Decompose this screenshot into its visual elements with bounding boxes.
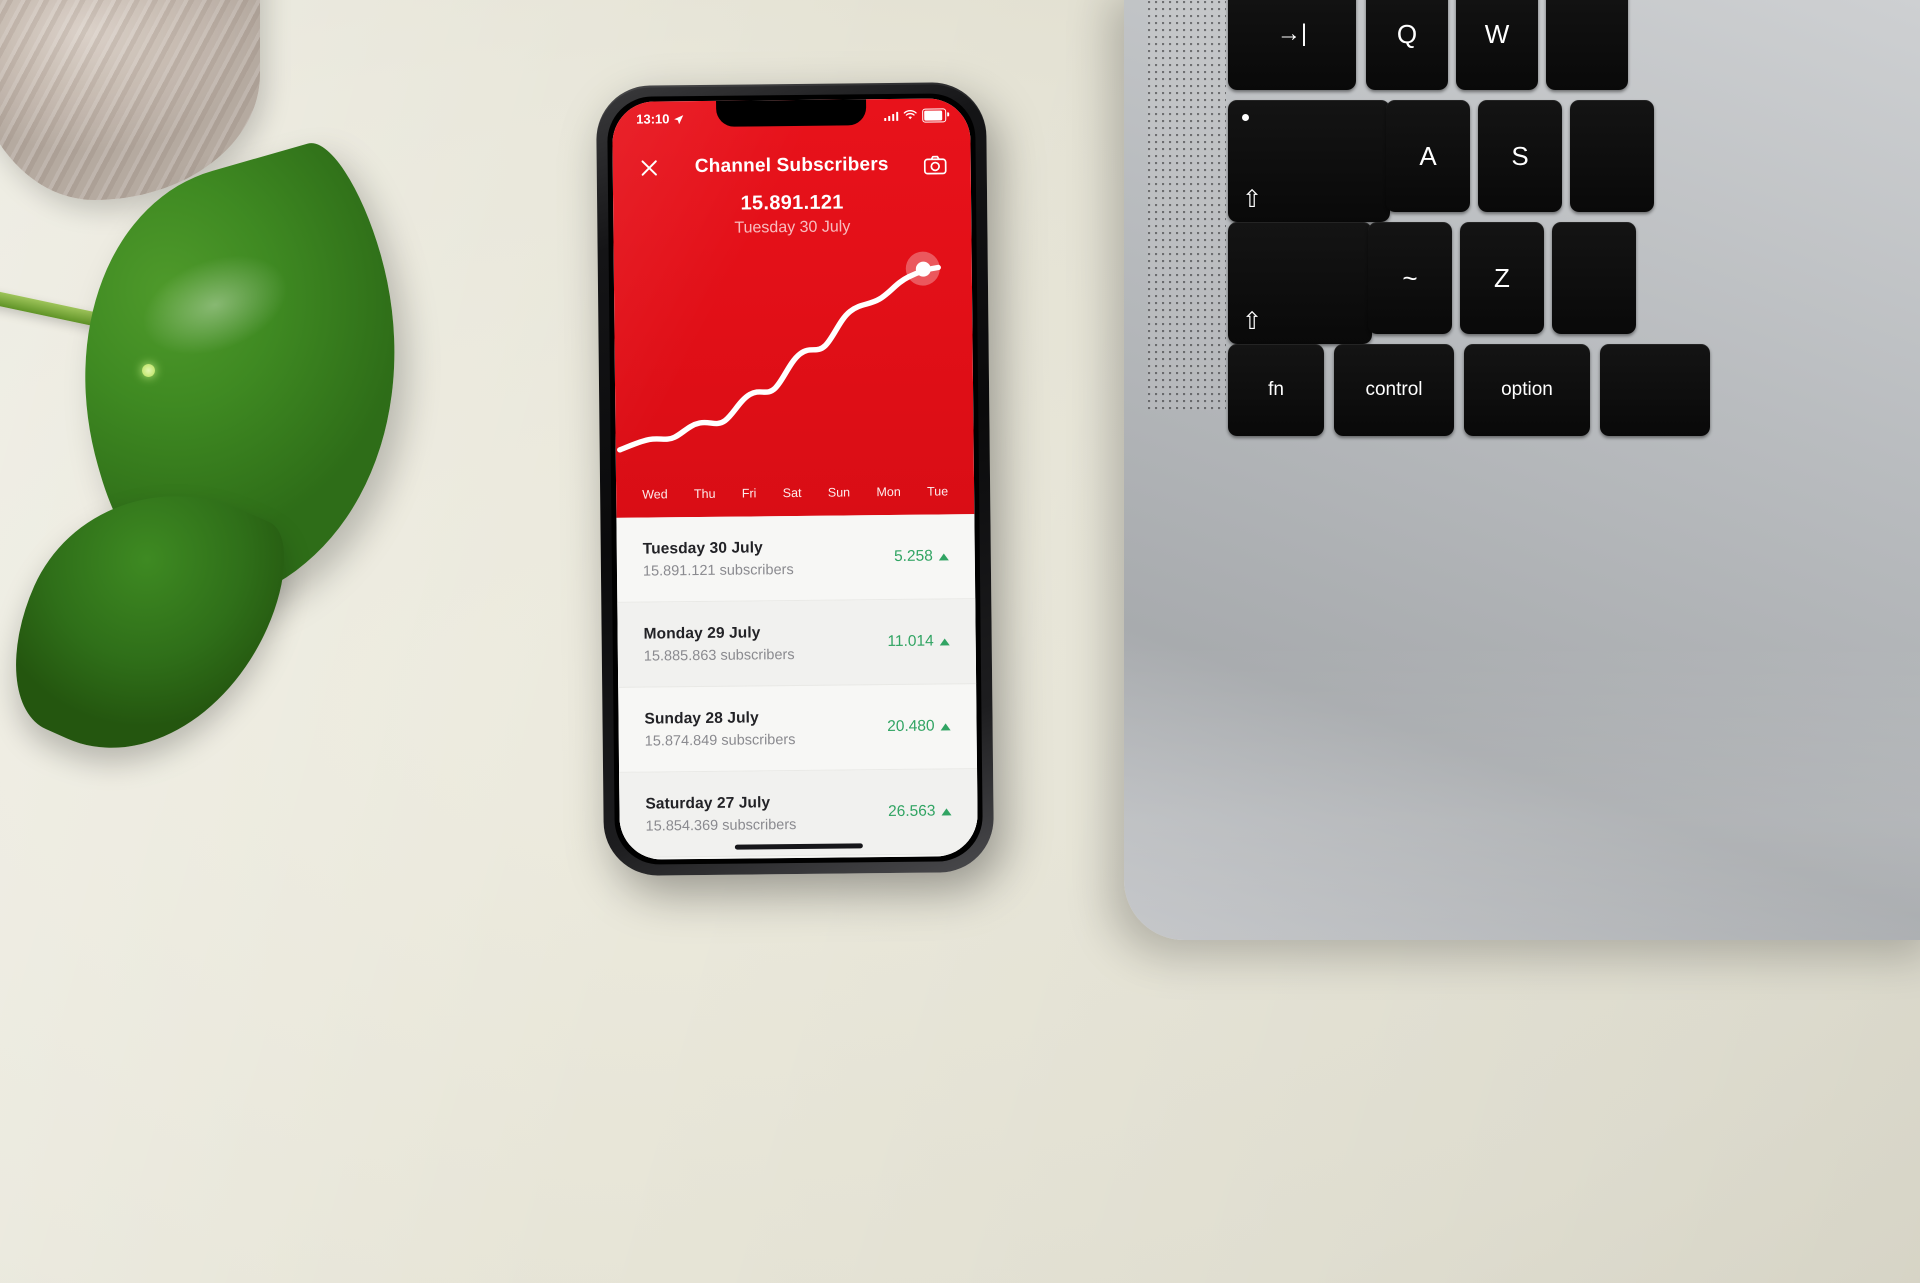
tilde-key-label: ~ bbox=[1402, 262, 1418, 293]
q-key[interactable]: Q bbox=[1366, 0, 1448, 90]
s-key-label: S bbox=[1511, 140, 1529, 171]
arrow-up-icon bbox=[941, 807, 952, 815]
row-date: Sunday 28 July bbox=[644, 708, 759, 728]
subscribers-line-chart[interactable] bbox=[614, 248, 974, 482]
control-key-label: control bbox=[1365, 379, 1423, 400]
location-arrow-icon bbox=[673, 113, 684, 124]
cellular-signal-icon bbox=[883, 111, 899, 122]
z-key[interactable]: Z bbox=[1460, 222, 1544, 334]
camera-button[interactable] bbox=[921, 150, 949, 178]
row-delta-value: 26.563 bbox=[887, 802, 936, 821]
row-date: Monday 29 July bbox=[643, 623, 761, 643]
row-delta-value: 5.258 bbox=[893, 547, 933, 565]
subscribers-list: Tuesday 30 July 15.891.121 subscribers 5… bbox=[616, 514, 978, 860]
row-labels: Saturday 27 July 15.854.369 subscribers bbox=[645, 793, 797, 835]
axis-tick-tue: Tue bbox=[926, 484, 949, 499]
laptop-palmrest bbox=[1124, 640, 1920, 940]
control-key[interactable]: control bbox=[1334, 344, 1454, 436]
shift-key[interactable]: ⇧ bbox=[1228, 222, 1372, 344]
table-row[interactable]: Tuesday 30 July 15.891.121 subscribers 5… bbox=[616, 514, 976, 603]
caps-lock-key-label: ⇧ bbox=[1242, 186, 1263, 213]
row-delta-value: 11.014 bbox=[887, 632, 934, 651]
axis-tick-sat: Sat bbox=[782, 485, 802, 501]
x-key[interactable] bbox=[1552, 222, 1636, 334]
row-subscribers: 15.891.121 subscribers bbox=[642, 561, 794, 580]
row-subscribers: 15.885.863 subscribers bbox=[643, 646, 795, 665]
laptop-keyboard: →| Q W ⇧ A S ⇧ ~ Z fn control option bbox=[1228, 0, 1920, 436]
close-button[interactable] bbox=[635, 153, 663, 181]
chart-line bbox=[617, 264, 941, 453]
row-delta: 11.014 bbox=[887, 632, 950, 651]
laptop: →| Q W ⇧ A S ⇧ ~ Z fn control option bbox=[1124, 0, 1920, 940]
a-key[interactable]: A bbox=[1386, 100, 1470, 212]
w-key-label: W bbox=[1484, 18, 1510, 49]
caps-lock-key[interactable]: ⇧ bbox=[1228, 100, 1390, 222]
d-key[interactable] bbox=[1570, 100, 1654, 212]
readout-date: Tuesday 30 July bbox=[734, 218, 851, 237]
option-key[interactable]: option bbox=[1464, 344, 1590, 436]
caps-lock-indicator bbox=[1242, 114, 1249, 121]
row-delta-value: 20.480 bbox=[887, 717, 935, 736]
row-delta: 26.563 bbox=[888, 802, 952, 821]
w-key[interactable]: W bbox=[1456, 0, 1538, 90]
row-subscribers: 15.854.369 subscribers bbox=[645, 816, 797, 835]
row-subscribers: 15.874.849 subscribers bbox=[644, 731, 796, 750]
a-key-label: A bbox=[1419, 140, 1437, 171]
q-key-label: Q bbox=[1396, 18, 1418, 49]
status-bar-right bbox=[883, 108, 947, 124]
page-title: Channel Subscribers bbox=[694, 154, 889, 178]
chart-readout: 15.891.121 Tuesday 30 July bbox=[613, 190, 971, 239]
q-key-2[interactable] bbox=[1546, 0, 1628, 90]
row-labels: Monday 29 July 15.885.863 subscribers bbox=[643, 623, 795, 665]
tab-key[interactable]: →| bbox=[1228, 0, 1356, 90]
row-labels: Tuesday 30 July 15.891.121 subscribers bbox=[642, 538, 794, 580]
status-bar-left: 13:10 bbox=[636, 110, 684, 127]
tab-key-label: →| bbox=[1276, 20, 1308, 47]
command-key[interactable] bbox=[1600, 344, 1710, 436]
wifi-icon bbox=[903, 108, 917, 123]
s-key[interactable]: S bbox=[1478, 100, 1562, 212]
arrow-up-icon bbox=[940, 722, 951, 730]
option-key-label: option bbox=[1501, 379, 1553, 400]
readout-value: 15.891.121 bbox=[740, 191, 844, 215]
axis-tick-mon: Mon bbox=[876, 484, 901, 500]
shift-key-label: ⇧ bbox=[1242, 308, 1263, 335]
phone-bezel: 13:10 Channel Subscribers 15.891.121 Tue… bbox=[606, 93, 984, 865]
row-date: Tuesday 30 July bbox=[642, 538, 763, 558]
status-bar: 13:10 bbox=[612, 104, 970, 130]
row-delta: 20.480 bbox=[887, 717, 951, 736]
nav-bar: Channel Subscribers bbox=[613, 144, 971, 188]
axis-tick-sun: Sun bbox=[827, 485, 851, 500]
plant-leaf-specular-dot bbox=[142, 364, 155, 377]
fn-key-label: fn bbox=[1268, 379, 1284, 400]
axis-tick-thu: Thu bbox=[693, 486, 716, 502]
axis-tick-wed: Wed bbox=[642, 487, 668, 502]
row-date: Saturday 27 July bbox=[645, 793, 771, 813]
z-key-label: Z bbox=[1494, 262, 1510, 293]
chart-x-axis: Wed Thu Fri Sat Sun Mon Tue bbox=[616, 484, 974, 508]
laptop-speaker-grille bbox=[1148, 0, 1226, 410]
arrow-up-icon bbox=[938, 552, 949, 560]
chart-scrubber-handle[interactable] bbox=[905, 251, 940, 286]
battery-icon bbox=[922, 108, 947, 123]
axis-tick-fri: Fri bbox=[741, 486, 757, 501]
table-row[interactable]: Sunday 28 July 15.874.849 subscribers 20… bbox=[618, 684, 978, 773]
row-delta: 5.258 bbox=[894, 547, 949, 566]
row-labels: Sunday 28 July 15.874.849 subscribers bbox=[644, 708, 796, 750]
table-row[interactable]: Monday 29 July 15.885.863 subscribers 11… bbox=[617, 599, 977, 688]
tilde-key[interactable]: ~ bbox=[1368, 222, 1452, 334]
status-time: 13:10 bbox=[636, 110, 670, 127]
fn-key[interactable]: fn bbox=[1228, 344, 1324, 436]
phone-device: 13:10 Channel Subscribers 15.891.121 Tue… bbox=[595, 81, 995, 877]
chart-panel: 13:10 Channel Subscribers 15.891.121 Tue… bbox=[612, 98, 975, 518]
arrow-up-icon bbox=[939, 637, 950, 645]
phone-screen: 13:10 Channel Subscribers 15.891.121 Tue… bbox=[612, 98, 978, 860]
plant-decoration bbox=[0, 132, 462, 795]
